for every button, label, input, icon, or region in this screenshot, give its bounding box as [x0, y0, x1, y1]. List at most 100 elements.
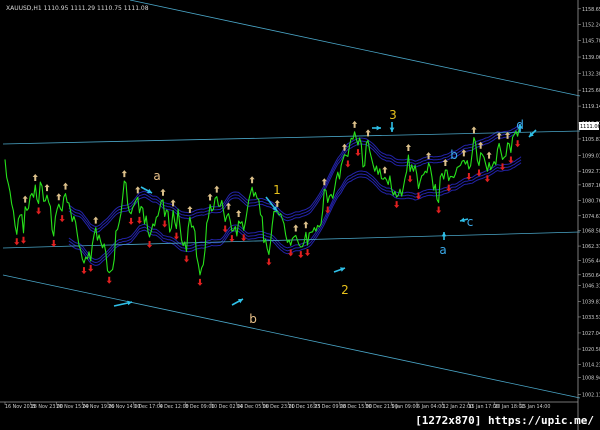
symbol-ohlc-header: XAUUSD,H1 1110.95 1111.29 1110.75 1111.0…	[6, 5, 149, 12]
fractal-up-marker	[207, 193, 213, 201]
fractal-up-marker	[471, 126, 477, 134]
fractal-up-marker	[93, 216, 99, 224]
y-axis-ticks: 1158.65 1152.24 1145.70 1139.06 1132.30 1125.…	[578, 7, 600, 398]
wave-label-3: 3	[389, 108, 397, 122]
fractal-down-marker	[515, 140, 521, 148]
fractal-down-marker	[146, 240, 153, 248]
envelope-line-1	[68, 129, 522, 233]
envelope-line-2	[68, 126, 522, 231]
fractal-down-marker	[81, 267, 87, 275]
y-tick-label: 1020.50	[582, 347, 600, 353]
axes	[0, 0, 579, 430]
fractal-up-marker	[486, 151, 492, 159]
x-tick-label: 6 Jan 04:00	[417, 404, 444, 410]
fractal-up-marker	[62, 182, 69, 190]
fractal-down-marker	[345, 160, 351, 168]
fractal-down-marker	[466, 173, 472, 181]
symbol-label: XAUUSD,H1	[6, 5, 42, 12]
y-tick-label: 1008.94	[582, 376, 600, 382]
price-chart[interactable]: ab123abcd 1158.651152.241145.701139.0611…	[0, 0, 600, 430]
fractal-up-marker	[160, 188, 166, 196]
wave-arrow-head-6	[376, 125, 381, 131]
fractal-down-marker	[355, 149, 361, 157]
fractal-down-marker	[197, 278, 203, 286]
fractal-down-marker	[36, 207, 42, 215]
fractal-down-marker	[59, 215, 65, 223]
x-tick-label: 5 Jan 09:00	[391, 404, 418, 410]
wave-label-b: b	[450, 148, 458, 162]
fractal-up-marker	[170, 199, 176, 207]
fractal-down-marker	[266, 258, 272, 266]
envelope-line-6	[68, 162, 522, 266]
fractal-down-marker	[298, 251, 304, 259]
fractal-up-marker	[352, 120, 358, 128]
fractal-down-marker	[88, 264, 94, 272]
fractal-up-marker	[249, 176, 255, 184]
fractal-down-marker	[229, 235, 235, 243]
y-tick-label: 1027.04	[582, 331, 600, 337]
fractal-up-marker	[214, 185, 220, 193]
envelope-line-3	[68, 123, 522, 228]
wave-label-b: b	[249, 312, 257, 326]
fractal-up-marker	[32, 174, 38, 182]
fractal-up-marker	[405, 143, 411, 151]
wave-label-1: 1	[273, 183, 281, 197]
y-tick-label: 1046.31	[582, 283, 600, 289]
envelope-line-5	[68, 159, 522, 264]
fractal-down-marker	[394, 201, 400, 209]
y-tick-label: 1068.58	[582, 229, 600, 235]
fractal-down-marker	[304, 249, 311, 257]
y-tick-label: 1002.11	[582, 392, 600, 398]
y-tick-label: 1105.81	[582, 137, 600, 143]
fractal-up-marker	[56, 193, 62, 201]
channel-lower-line	[2, 274, 581, 399]
y-tick-label: 1139.06	[582, 55, 600, 61]
y-tick-label: 1062.31	[582, 244, 600, 250]
y-tick-label: 1092.71	[582, 169, 600, 175]
fractal-down-marker	[407, 175, 413, 183]
wave-arrow-head-7	[389, 127, 395, 132]
trend-channel	[2, 0, 581, 399]
fractal-down-marker	[136, 216, 143, 224]
fractal-up-marker	[236, 209, 242, 217]
wave-label-a: a	[153, 169, 160, 183]
y-tick-label: 1014.23	[582, 362, 600, 368]
y-tick-label: 1050.64	[582, 273, 600, 279]
fractal-down-marker	[183, 255, 190, 263]
x-axis-ticks: 16 Nov 201518 Nov 23:0020 Nov 15:0024 No…	[4, 402, 550, 410]
fractal-up-marker	[303, 221, 309, 229]
wave-label-d: d	[516, 118, 524, 132]
y-tick-label: 1033.53	[582, 315, 600, 321]
wave-label-2: 2	[341, 283, 349, 297]
y-tick-label: 1125.60	[582, 88, 600, 94]
fractal-down-marker	[162, 220, 168, 228]
ohlc-values: 1110.95 1111.29 1110.75 1111.08	[43, 5, 149, 12]
watermark-text: [1272x870] https://upic.me/	[415, 414, 594, 427]
fractal-up-marker	[44, 184, 50, 192]
y-tick-label: 1158.65	[582, 7, 600, 13]
fractal-up-marker	[382, 166, 388, 174]
fractal-down-marker	[128, 217, 134, 225]
fractal-up-marker	[425, 152, 432, 160]
y-tick-label: 1087.16	[582, 183, 600, 189]
fractal-up-marker	[121, 170, 127, 178]
y-tick-label: 1056.44	[582, 259, 600, 265]
fractal-down-marker	[51, 239, 57, 247]
y-tick-label: 1080.76	[582, 199, 600, 205]
y-tick-label: 1099.01	[582, 154, 600, 160]
y-tick-label: 1074.61	[582, 214, 600, 220]
chart-window: ab123abcd 1158.65 1152.24 1145.70 1139.06 11…	[0, 0, 600, 430]
x-tick-label: 25 Jan 14:00	[520, 404, 550, 410]
price-tag-label: 1111.06	[580, 124, 600, 130]
fractal-up-marker	[22, 195, 28, 203]
y-tick-label: 1039.81	[582, 299, 600, 305]
y-tick-label: 1132.30	[582, 72, 600, 78]
fractal-down-marker	[106, 276, 112, 284]
y-tick-label: 1152.24	[582, 23, 600, 29]
fractal-down-marker	[436, 206, 442, 214]
y-tick-label: 1119.14	[582, 104, 600, 110]
y-tick-label: 1145.70	[582, 39, 600, 45]
fractal-down-marker	[20, 236, 27, 244]
wave-label-a: a	[439, 243, 446, 257]
wave-label-c: c	[467, 215, 474, 229]
